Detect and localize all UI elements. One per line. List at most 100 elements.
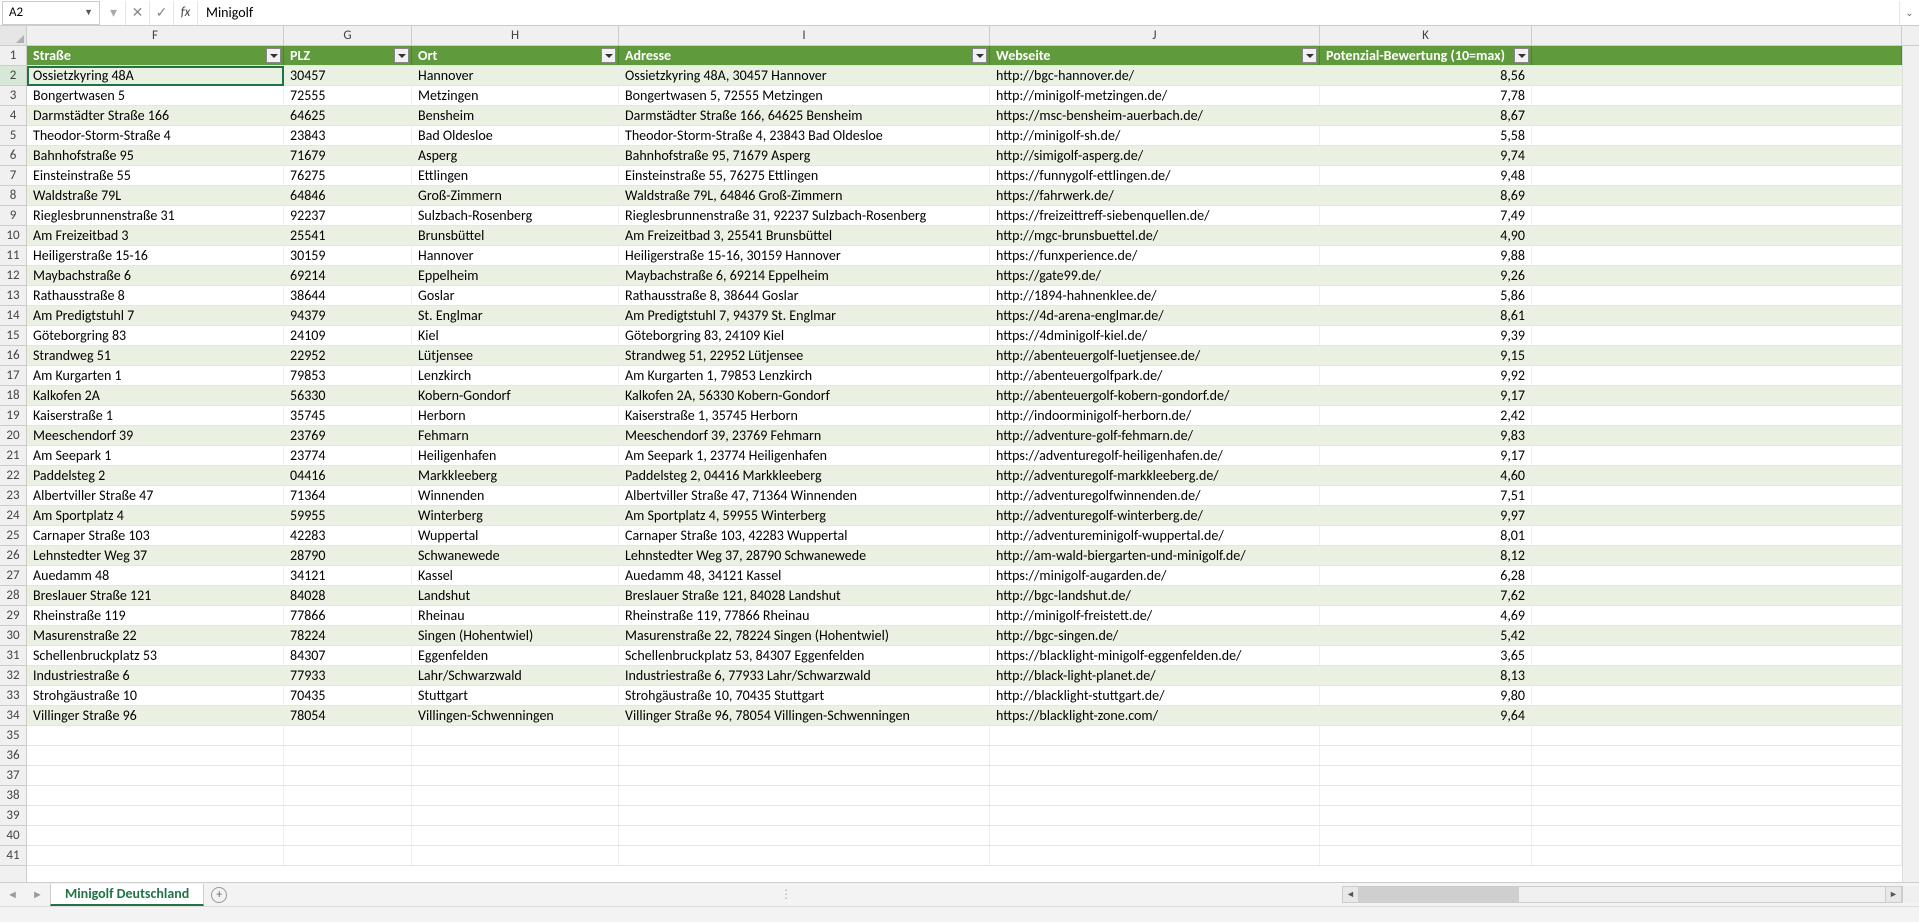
header-ort[interactable]: Ort: [412, 46, 619, 65]
cell[interactable]: Heiligerstraße 15-16, 30159 Hannover: [619, 246, 990, 265]
row-header[interactable]: 26: [0, 546, 26, 566]
row-header[interactable]: 28: [0, 586, 26, 606]
cell[interactable]: Am Freizeitbad 3, 25541 Brunsbüttel: [619, 226, 990, 245]
table-row[interactable]: [27, 846, 1902, 866]
cell[interactable]: 04416: [284, 466, 412, 485]
row-header[interactable]: 39: [0, 806, 26, 826]
cell[interactable]: https://adventuregolf-heiligenhafen.de/: [990, 446, 1320, 465]
cell[interactable]: 6,28: [1320, 566, 1532, 585]
cell[interactable]: 30457: [284, 66, 412, 85]
cell[interactable]: Kiel: [412, 326, 619, 345]
cell[interactable]: 8,12: [1320, 546, 1532, 565]
cell[interactable]: Albertviller Straße 47, 71364 Winnenden: [619, 486, 990, 505]
cell[interactable]: Einsteinstraße 55, 76275 Ettlingen: [619, 166, 990, 185]
cell[interactable]: Am Sportplatz 4, 59955 Winterberg: [619, 506, 990, 525]
cell[interactable]: http://minigolf-metzingen.de/: [990, 86, 1320, 105]
cell[interactable]: 8,69: [1320, 186, 1532, 205]
cell[interactable]: https://fahrwerk.de/: [990, 186, 1320, 205]
cell[interactable]: Am Predigtstuhl 7: [27, 306, 284, 325]
table-row[interactable]: Theodor-Storm-Straße 423843Bad OldesloeT…: [27, 126, 1902, 146]
cell[interactable]: Herborn: [412, 406, 619, 425]
row-header[interactable]: 17: [0, 366, 26, 386]
cell[interactable]: Am Predigtstuhl 7, 94379 St. Englmar: [619, 306, 990, 325]
cell[interactable]: 84307: [284, 646, 412, 665]
row-header[interactable]: 31: [0, 646, 26, 666]
cell[interactable]: 23769: [284, 426, 412, 445]
cell[interactable]: Goslar: [412, 286, 619, 305]
cell[interactable]: Einsteinstraße 55: [27, 166, 284, 185]
filter-icon[interactable]: [972, 48, 987, 63]
scroll-left-icon[interactable]: ◄: [1342, 886, 1359, 903]
scroll-right-icon[interactable]: ►: [1885, 886, 1902, 903]
cell[interactable]: Paddelsteg 2: [27, 466, 284, 485]
cell[interactable]: Brunsbüttel: [412, 226, 619, 245]
cell[interactable]: Schwanewede: [412, 546, 619, 565]
cell[interactable]: Singen (Hohentwiel): [412, 626, 619, 645]
cells[interactable]: Straße PLZ Ort Adresse Webseite Potenzia…: [27, 46, 1902, 882]
cell[interactable]: Ettlingen: [412, 166, 619, 185]
cell[interactable]: https://blacklight-zone.com/: [990, 706, 1320, 725]
cell[interactable]: Rieglesbrunnenstraße 31: [27, 206, 284, 225]
row-header[interactable]: 9: [0, 206, 26, 226]
row-header[interactable]: 35: [0, 726, 26, 746]
cell[interactable]: Bahnhofstraße 95: [27, 146, 284, 165]
table-row[interactable]: Am Seepark 123774HeiligenhafenAm Seepark…: [27, 446, 1902, 466]
cell[interactable]: Theodor-Storm-Straße 4, 23843 Bad Oldesl…: [619, 126, 990, 145]
cell[interactable]: Markkleeberg: [412, 466, 619, 485]
cell[interactable]: Hannover: [412, 66, 619, 85]
cell[interactable]: Villinger Straße 96: [27, 706, 284, 725]
table-row[interactable]: [27, 786, 1902, 806]
cell[interactable]: Am Kurgarten 1, 79853 Lenzkirch: [619, 366, 990, 385]
select-all-triangle[interactable]: [0, 26, 27, 45]
cell[interactable]: Darmstädter Straße 166, 64625 Bensheim: [619, 106, 990, 125]
table-row[interactable]: Einsteinstraße 5576275EttlingenEinsteins…: [27, 166, 1902, 186]
cell[interactable]: 72555: [284, 86, 412, 105]
cell[interactable]: Winterberg: [412, 506, 619, 525]
cell[interactable]: St. Englmar: [412, 306, 619, 325]
cell[interactable]: http://minigolf-freistett.de/: [990, 606, 1320, 625]
cell[interactable]: 9,15: [1320, 346, 1532, 365]
cell[interactable]: Am Seepark 1, 23774 Heiligenhafen: [619, 446, 990, 465]
cell[interactable]: http://mgc-brunsbuettel.de/: [990, 226, 1320, 245]
cell[interactable]: Strohgäustraße 10: [27, 686, 284, 705]
cell[interactable]: Göteborgring 83: [27, 326, 284, 345]
add-sheet-button[interactable]: +: [206, 884, 232, 906]
row-header[interactable]: 19: [0, 406, 26, 426]
cell[interactable]: Carnaper Straße 103: [27, 526, 284, 545]
cell[interactable]: 9,92: [1320, 366, 1532, 385]
filter-icon[interactable]: [601, 48, 616, 63]
cell[interactable]: Kaiserstraße 1, 35745 Herborn: [619, 406, 990, 425]
cell[interactable]: http://adventuregolfwinnenden.de/: [990, 486, 1320, 505]
col-header-H[interactable]: H: [412, 26, 619, 45]
cell[interactable]: Wuppertal: [412, 526, 619, 545]
cell[interactable]: 28790: [284, 546, 412, 565]
cell[interactable]: 71679: [284, 146, 412, 165]
cell[interactable]: Kassel: [412, 566, 619, 585]
cell[interactable]: Heiligerstraße 15-16: [27, 246, 284, 265]
table-row[interactable]: Lehnstedter Weg 3728790SchwanewedeLehnst…: [27, 546, 1902, 566]
row-header[interactable]: 1: [0, 46, 26, 66]
cell[interactable]: 25541: [284, 226, 412, 245]
header-plz[interactable]: PLZ: [284, 46, 412, 65]
cell[interactable]: 8,61: [1320, 306, 1532, 325]
row-header[interactable]: 41: [0, 846, 26, 866]
cell[interactable]: 79853: [284, 366, 412, 385]
cell[interactable]: Meeschendorf 39: [27, 426, 284, 445]
cell[interactable]: Theodor-Storm-Straße 4: [27, 126, 284, 145]
cell[interactable]: Auedamm 48, 34121 Kassel: [619, 566, 990, 585]
cell[interactable]: Lehnstedter Weg 37, 28790 Schwanewede: [619, 546, 990, 565]
cell[interactable]: Kobern-Gondorf: [412, 386, 619, 405]
row-header[interactable]: 5: [0, 126, 26, 146]
cell[interactable]: Bongertwasen 5: [27, 86, 284, 105]
cell[interactable]: 78054: [284, 706, 412, 725]
cell[interactable]: 64846: [284, 186, 412, 205]
table-row[interactable]: Albertviller Straße 4771364WinnendenAlbe…: [27, 486, 1902, 506]
cell[interactable]: http://abenteuergolf-luetjensee.de/: [990, 346, 1320, 365]
table-row[interactable]: Carnaper Straße 10342283WuppertalCarnape…: [27, 526, 1902, 546]
filter-icon[interactable]: [394, 48, 409, 63]
cell[interactable]: http://adventuregolf-winterberg.de/: [990, 506, 1320, 525]
cell[interactable]: 9,83: [1320, 426, 1532, 445]
cell[interactable]: Albertviller Straße 47: [27, 486, 284, 505]
cell[interactable]: 9,97: [1320, 506, 1532, 525]
cell[interactable]: Lehnstedter Weg 37: [27, 546, 284, 565]
